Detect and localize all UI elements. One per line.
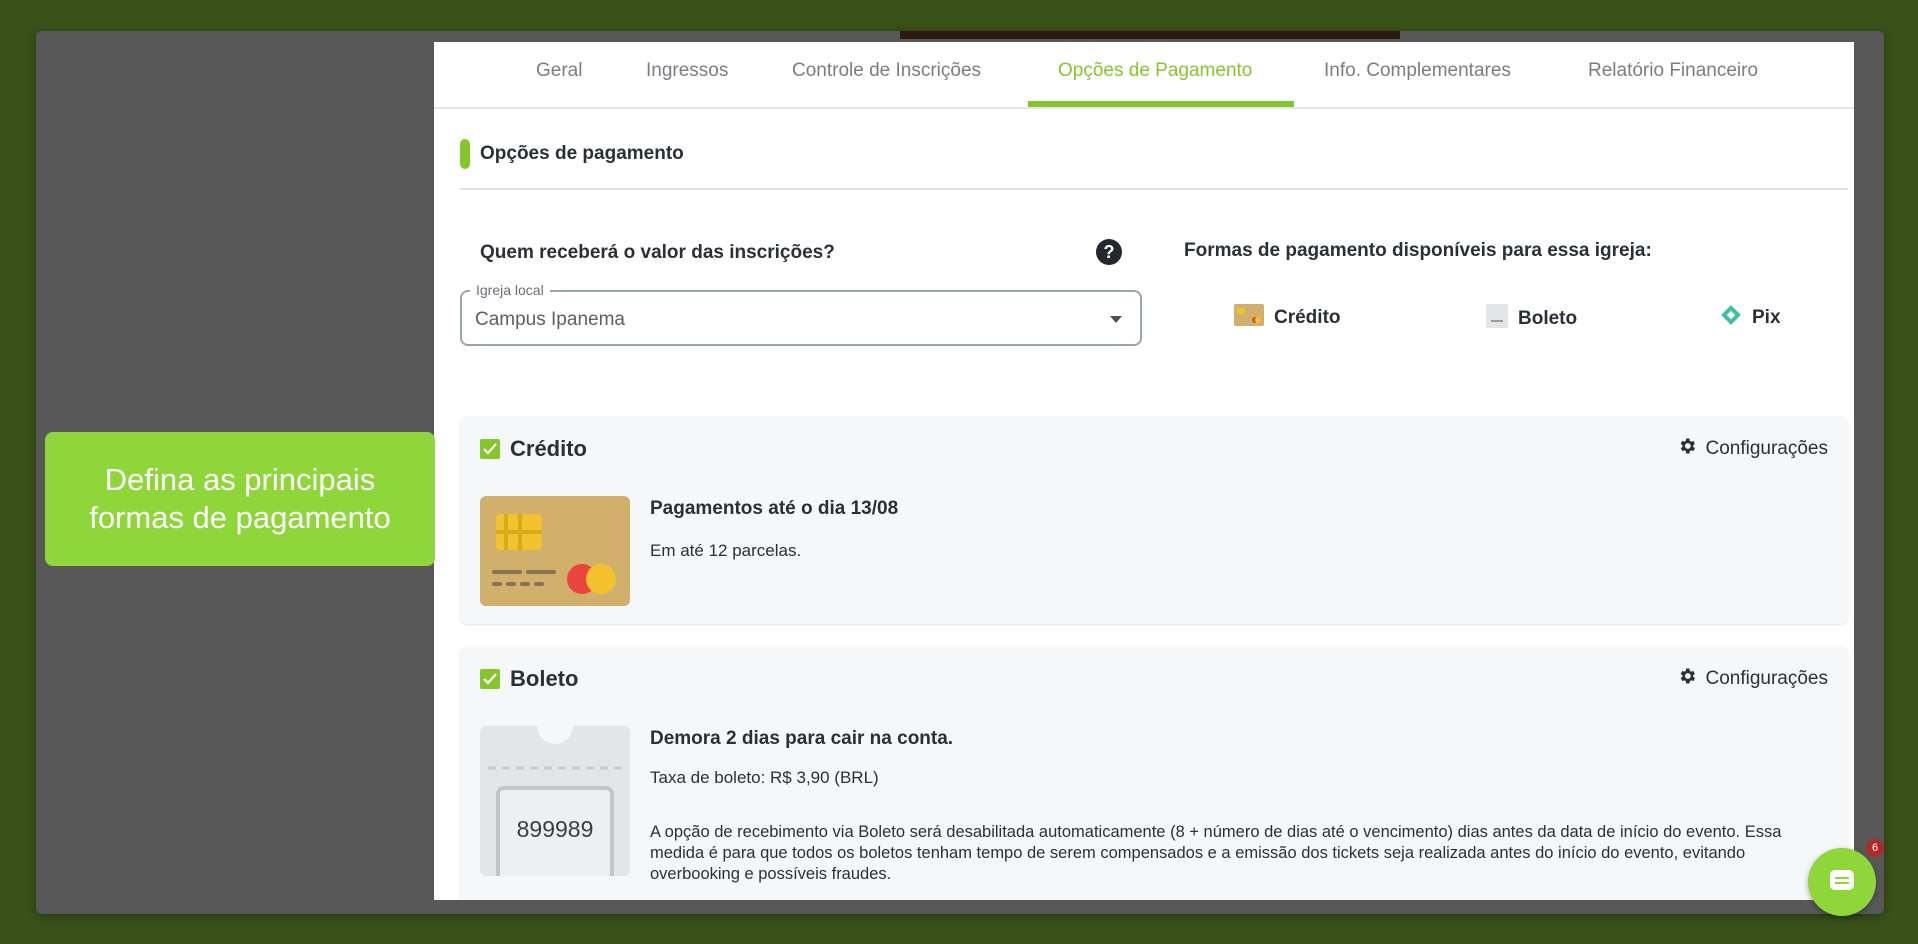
tab-controle-inscricoes[interactable]: Controle de Inscrições — [792, 42, 981, 107]
top-decoration — [900, 31, 1400, 39]
select-value: Campus Ipanema — [475, 309, 625, 330]
chat-badge: 6 — [1866, 839, 1884, 857]
boleto-image-number: 899989 — [516, 816, 594, 842]
credit-title: Crédito — [510, 436, 587, 461]
section-divider — [460, 188, 1848, 190]
callout-box: Defina as principais formas de pagamento — [45, 432, 435, 566]
available-method-boleto: Boleto — [1486, 304, 1577, 334]
section-header: Opções de pagamento — [460, 139, 684, 169]
chevron-down-icon — [1110, 316, 1122, 323]
igreja-local-select[interactable]: Igreja local Campus Ipanema — [460, 282, 1142, 346]
credit-line2: Em até 12 parcelas. — [650, 541, 802, 560]
boleto-description: A opção de recebimento via Boleto será d… — [650, 823, 1782, 883]
boleto-option: Boleto Configurações 899989 Demora 2 dia… — [460, 646, 1848, 900]
chat-button[interactable] — [1808, 848, 1876, 916]
credit-card-icon — [1234, 304, 1264, 332]
gear-icon — [1677, 436, 1697, 462]
credit-line1-wrap: Pagamentos até o dia 13/08 — [650, 498, 898, 520]
tab-ingressos[interactable]: Ingressos — [646, 42, 728, 107]
receiver-question: Quem receberá o valor das inscrições? — [480, 242, 835, 263]
boleto-illustration: 899989 — [480, 726, 630, 876]
boleto-config-button[interactable]: Configurações — [1677, 666, 1828, 692]
available-methods-title: Formas de pagamento disponíveis para ess… — [1184, 240, 1652, 261]
chat-icon — [1830, 870, 1854, 890]
available-method-credito: Crédito — [1234, 304, 1341, 332]
credit-card-illustration — [480, 496, 630, 606]
boleto-checkbox[interactable] — [480, 669, 500, 689]
credit-config-button[interactable]: Configurações — [1677, 436, 1828, 462]
select-label: Igreja local — [470, 282, 550, 298]
boleto-line1: Demora 2 dias para cair na conta. — [650, 728, 954, 749]
credit-line1: Pagamentos até o dia 13/08 — [650, 498, 899, 519]
boleto-line1-wrap: Demora 2 dias para cair na conta. — [650, 728, 953, 750]
tab-geral[interactable]: Geral — [536, 42, 582, 107]
tab-bar: Geral Ingressos Controle de Inscrições O… — [434, 42, 1854, 109]
gear-icon — [1677, 666, 1697, 692]
callout-text: Defina as principais formas de pagamento — [89, 462, 391, 535]
method-label-boleto: Boleto — [1518, 308, 1578, 329]
help-icon[interactable]: ? — [1096, 239, 1122, 265]
credit-card-option: Crédito Configurações Pagamentos até o d… — [460, 416, 1848, 624]
section-title: Opções de pagamento — [480, 143, 684, 164]
credit-header: Crédito — [480, 436, 587, 462]
active-tab-indicator — [1028, 101, 1294, 107]
tab-opcoes-pagamento[interactable]: Opções de Pagamento — [1058, 42, 1252, 107]
boleto-line2: Taxa de boleto: R$ 3,90 (BRL) — [650, 768, 879, 787]
method-label-credito: Crédito — [1274, 307, 1341, 328]
credit-checkbox[interactable] — [480, 439, 500, 459]
app-screen: Geral Ingressos Controle de Inscrições O… — [434, 42, 1854, 900]
credit-line2-wrap: Em até 12 parcelas. — [650, 541, 801, 561]
credit-config-label: Configurações — [1705, 438, 1828, 459]
tab-relatorio-financeiro[interactable]: Relatório Financeiro — [1588, 42, 1758, 107]
tab-info-complementares[interactable]: Info. Complementares — [1324, 42, 1511, 107]
boleto-line2-wrap: Taxa de boleto: R$ 3,90 (BRL) — [650, 768, 879, 788]
boleto-header: Boleto — [480, 666, 578, 692]
available-method-pix: Pix — [1720, 304, 1781, 332]
method-label-pix: Pix — [1752, 307, 1781, 328]
boleto-config-label: Configurações — [1705, 668, 1828, 689]
boleto-icon — [1486, 304, 1508, 334]
section-accent-bar — [460, 139, 470, 169]
boleto-title: Boleto — [510, 666, 579, 691]
pix-icon — [1720, 304, 1742, 332]
boleto-description-wrap: A opção de recebimento via Boleto será d… — [650, 822, 1800, 885]
